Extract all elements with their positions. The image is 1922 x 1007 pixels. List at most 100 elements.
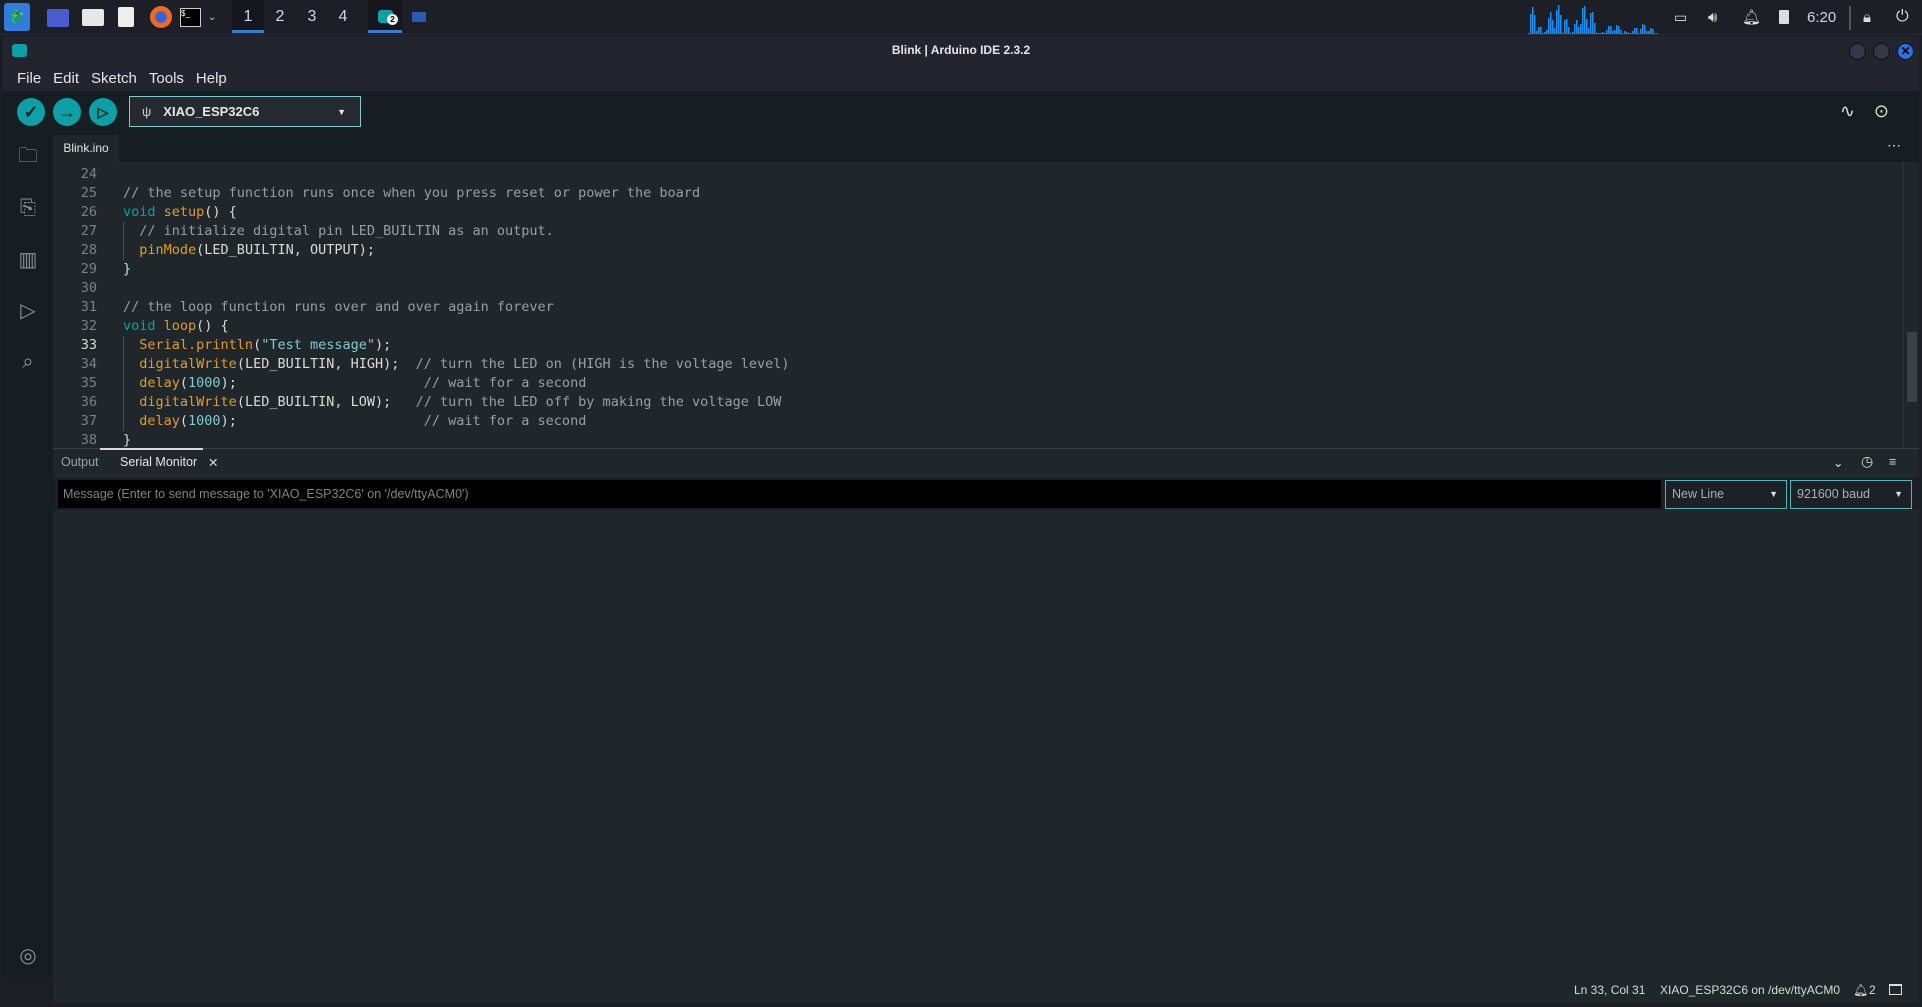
library-manager-icon[interactable]: ▥ [15, 247, 41, 273]
debug-button[interactable]: ▷ [89, 98, 117, 126]
cpu-bar [1566, 19, 1568, 34]
menu-file[interactable]: File [11, 66, 47, 92]
menu-tools[interactable]: Tools [143, 66, 190, 92]
workspace-3[interactable]: 3 [296, 0, 328, 33]
tab-output[interactable]: Output [61, 455, 99, 469]
search-icon[interactable]: ⌕ [15, 349, 41, 375]
file-manager-icon[interactable] [82, 9, 104, 26]
network-icon[interactable]: ▭ [1674, 6, 1687, 28]
code-token: ( [253, 337, 262, 353]
divider [1849, 6, 1851, 30]
minimize-button[interactable] [1849, 43, 1866, 60]
window-title: Blink | Arduino IDE 2.3.2 [891, 43, 1031, 57]
debug-play-icon: ▷ [97, 103, 109, 120]
timestamp-clock-icon[interactable]: ◷ [1861, 453, 1873, 470]
verify-button[interactable]: ✓ [17, 98, 45, 126]
line-number: 34 [80, 356, 97, 372]
cpu-bar [1654, 33, 1656, 34]
code-token: ); [375, 337, 392, 353]
boards-manager-icon[interactable]: ⎘ [15, 195, 41, 221]
serial-message-input[interactable]: Message (Enter to send message to 'XIAO_… [58, 480, 1661, 508]
close-tab-icon[interactable]: ✕ [208, 455, 218, 470]
volume-icon[interactable]: 🔊︎ [1708, 6, 1717, 28]
cpu-bar [1652, 29, 1654, 34]
cpu-bar [1616, 25, 1618, 34]
firefox-icon[interactable] [150, 6, 172, 28]
debug-icon[interactable]: ▷ [15, 298, 41, 324]
desktop-icon[interactable] [47, 9, 69, 27]
cpu-bar [1574, 24, 1576, 34]
cpu-bar [1546, 30, 1548, 34]
maximize-button[interactable] [1873, 43, 1890, 60]
terminal-icon[interactable]: $_ [180, 8, 201, 27]
cpu-bar [1632, 31, 1634, 34]
status-bar: Ln 33, Col 31 XIAO_ESP32C6 on /dev/ttyAC… [53, 978, 1919, 1003]
board-port-status[interactable]: XIAO_ESP32C6 on /dev/ttyACM0 [1660, 983, 1840, 997]
tab-blink-ino[interactable]: Blink.ino [53, 135, 119, 162]
menu-edit[interactable]: Edit [47, 66, 85, 92]
kali-menu-icon[interactable]: 🐉 [4, 3, 30, 31]
folder-icon[interactable] [412, 12, 426, 22]
editor-scrollbar[interactable] [1903, 162, 1919, 448]
more-icon[interactable]: ⋯ [1887, 137, 1901, 154]
board-name: XIAO_ESP32C6 [163, 104, 260, 119]
line-number: 37 [80, 413, 97, 429]
workspace-1[interactable]: 1 [232, 0, 264, 33]
code-token: } [123, 261, 132, 277]
account-icon[interactable]: ◎ [15, 943, 41, 969]
code-token: void [123, 204, 164, 220]
lock-icon[interactable]: 🔒︎ [1863, 6, 1871, 28]
battery-icon[interactable] [1779, 10, 1789, 24]
line-number: 32 [80, 318, 97, 334]
clock[interactable]: 6:20 [1807, 6, 1836, 28]
cpu-bar [1644, 25, 1646, 34]
code-text: } [123, 260, 131, 279]
code-token: } [123, 432, 132, 448]
sketchbook-folder-icon[interactable]: 🗀 [15, 143, 41, 169]
notification-icon[interactable]: 🔔︎ [1853, 983, 1868, 997]
clear-output-icon[interactable]: ≡ [1889, 455, 1896, 469]
cpu-bar [1638, 33, 1640, 34]
board-selector[interactable]: ψ XIAO_ESP32C6 ▼ [129, 96, 361, 127]
code-token: delay [139, 375, 180, 391]
menu-help[interactable]: Help [190, 66, 233, 92]
line-ending-select[interactable]: New Line ▼ [1665, 480, 1787, 509]
cpu-bar [1646, 31, 1648, 34]
autoscroll-icon[interactable]: ⌄ [1833, 455, 1843, 470]
cpu-bar [1530, 14, 1532, 34]
cpu-bar [1532, 7, 1534, 34]
close-button[interactable]: ✕ [1897, 43, 1914, 60]
upload-button[interactable]: → [53, 98, 81, 126]
cursor-position[interactable]: Ln 33, Col 31 [1574, 983, 1645, 997]
code-token: () { [204, 204, 237, 220]
code-token: loop [163, 318, 197, 334]
workspace-4[interactable]: 4 [327, 0, 359, 33]
code-text: digitalWrite(LED_BUILTIN, HIGH); // turn… [123, 355, 789, 374]
menu-sketch[interactable]: Sketch [85, 66, 143, 92]
notification-bell-icon[interactable]: 🔔︎ [1742, 6, 1761, 28]
text-editor-icon[interactable] [118, 7, 134, 27]
cpu-bar [1592, 12, 1594, 34]
line-number: 29 [80, 261, 97, 277]
cpu-bar [1582, 8, 1584, 34]
logout-icon[interactable]: ⏻ [1896, 6, 1909, 28]
toggle-panel-icon[interactable] [1889, 984, 1902, 995]
cpu-bar [1548, 18, 1550, 34]
serial-plotter-icon[interactable]: ∿ [1840, 101, 1855, 122]
chevron-down-icon[interactable]: ⌄ [208, 6, 216, 28]
cpu-bar [1528, 33, 1530, 34]
cpu-bar [1596, 33, 1598, 34]
arduino-task-button[interactable]: 2 [368, 0, 402, 33]
scrollbar-thumb[interactable] [1907, 332, 1917, 402]
line-number: 25 [80, 185, 97, 201]
workspace-2[interactable]: 2 [264, 0, 296, 33]
baud-rate-select[interactable]: 921600 baud ▼ [1790, 480, 1912, 509]
code-editor[interactable]: 24 25 // the setup function runs once when… [53, 162, 1903, 448]
serial-monitor-icon[interactable]: ⊙ [1874, 101, 1889, 122]
cpu-bar [1568, 27, 1570, 34]
cpu-bar [1572, 32, 1574, 34]
code-token: Serial.println [139, 337, 254, 353]
line-number: 30 [80, 280, 97, 296]
cpu-bar [1630, 33, 1632, 34]
tab-serial-monitor[interactable]: Serial Monitor [120, 455, 197, 469]
